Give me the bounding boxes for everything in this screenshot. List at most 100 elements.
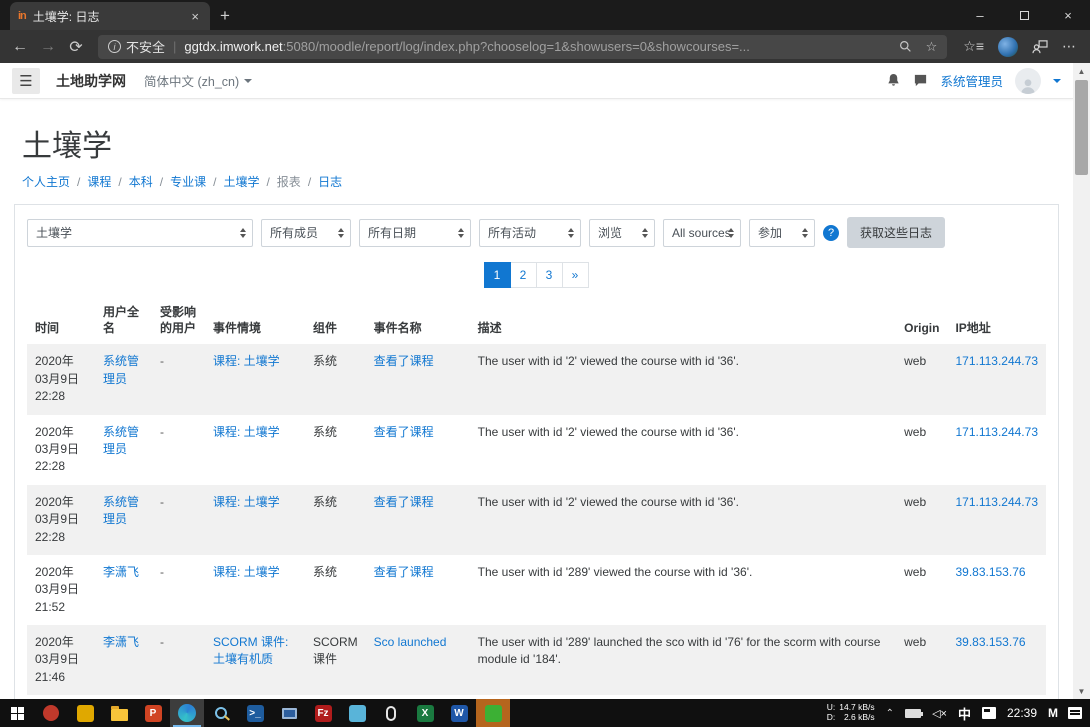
actions-select[interactable]: 浏览 xyxy=(589,219,655,247)
photo-viewer-icon[interactable] xyxy=(340,699,374,727)
scrollbar-thumb[interactable] xyxy=(1075,80,1088,175)
messages-icon[interactable] xyxy=(913,73,928,88)
user-avatar[interactable] xyxy=(1015,68,1041,94)
user-menu-chevron-icon[interactable] xyxy=(1053,79,1061,83)
breadcrumb-link[interactable]: 专业课 xyxy=(170,173,206,190)
pagination-item[interactable]: 3 xyxy=(536,262,563,288)
filezilla-icon[interactable]: Fz xyxy=(306,699,340,727)
file-explorer-icon[interactable] xyxy=(102,699,136,727)
scroll-up-icon[interactable]: ▲ xyxy=(1073,63,1090,79)
tab-close-icon[interactable]: × xyxy=(188,9,202,24)
excel-icon[interactable]: X xyxy=(408,699,442,727)
favorite-star-icon[interactable]: ☆ xyxy=(926,39,938,55)
window-restore-button[interactable] xyxy=(1002,0,1046,30)
get-logs-button[interactable]: 获取这些日志 xyxy=(847,217,945,248)
page-scrollbar[interactable]: ▲ ▼ xyxy=(1073,63,1090,699)
start-button[interactable] xyxy=(0,699,34,727)
ime-mode-indicator[interactable]: 中 xyxy=(958,704,971,723)
edulevel-select[interactable]: 参加 xyxy=(749,219,815,247)
new-tab-button[interactable]: + xyxy=(220,6,230,26)
remote-desktop-icon[interactable] xyxy=(272,699,306,727)
input-device-icon[interactable] xyxy=(374,699,408,727)
event-context-link[interactable]: SCORM 课件: 土壤有机质 xyxy=(213,635,288,666)
event-name-link[interactable]: 查看了课程 xyxy=(374,425,434,439)
origin-select[interactable]: All sources xyxy=(663,219,741,247)
breadcrumb-link[interactable]: 日志 xyxy=(318,173,342,190)
user-fullname-link[interactable]: 系统管理员 xyxy=(103,425,139,456)
origin-text: web xyxy=(904,495,926,509)
date-select[interactable]: 所有日期 xyxy=(359,219,471,247)
event-context-link[interactable]: 课程: 土壤学 xyxy=(213,354,280,368)
event-context-link[interactable]: 课程: 土壤学 xyxy=(213,565,280,579)
tray-window-icon[interactable] xyxy=(982,707,996,719)
breadcrumb-link[interactable]: 土壤学 xyxy=(223,173,259,190)
browser-profile-avatar[interactable] xyxy=(998,37,1018,57)
pagination-item[interactable]: 2 xyxy=(510,262,537,288)
tray-expand-chevron-icon[interactable]: ⌃ xyxy=(886,708,894,719)
logged-in-user[interactable]: 系统管理员 xyxy=(940,71,1003,90)
ip-address-link[interactable]: 39.83.153.76 xyxy=(955,565,1025,579)
browser-tab[interactable]: in 土壤学: 日志 × xyxy=(10,2,210,30)
window-close-button[interactable]: × xyxy=(1046,0,1090,30)
ip-address-link[interactable]: 171.113.244.73 xyxy=(955,354,1038,368)
site-brand[interactable]: 土地助学网 xyxy=(56,71,126,91)
ip-address-link[interactable]: 171.113.244.73 xyxy=(955,425,1038,439)
cell-ip-address: 171.113.244.73 xyxy=(947,485,1046,555)
wechat-icon[interactable] xyxy=(476,699,510,727)
refresh-button[interactable]: ⟳ xyxy=(62,37,90,57)
favorites-bar-icon[interactable]: ☆≡ xyxy=(963,38,984,55)
event-context-link[interactable]: 课程: 土壤学 xyxy=(213,425,280,439)
user-fullname-link[interactable]: 李潇飞 xyxy=(103,565,139,579)
language-selector[interactable]: 简体中文 (zh_cn) xyxy=(144,71,252,90)
origin-text: web xyxy=(904,635,926,649)
user-fullname-link[interactable]: 系统管理员 xyxy=(103,495,139,526)
participants-select[interactable]: 所有成员 xyxy=(261,219,351,247)
battery-icon[interactable] xyxy=(905,709,921,718)
feedback-icon[interactable] xyxy=(1032,40,1048,54)
powerpoint-icon[interactable]: P xyxy=(136,699,170,727)
ip-address-link[interactable]: 171.113.244.73 xyxy=(955,495,1038,509)
taskbar-clock[interactable]: 22:39 xyxy=(1007,706,1037,720)
event-name-link[interactable]: 查看了课程 xyxy=(374,495,434,509)
forward-button[interactable]: → xyxy=(34,38,62,56)
search-tool-icon[interactable] xyxy=(204,699,238,727)
site-security[interactable]: i 不安全 xyxy=(108,37,165,56)
menu-hamburger-button[interactable]: ☰ xyxy=(12,68,40,94)
word-icon[interactable]: W xyxy=(442,699,476,727)
user-fullname-link[interactable]: 李潇飞 xyxy=(103,635,139,649)
help-icon[interactable]: ? xyxy=(823,225,839,241)
powershell-icon[interactable]: >_ xyxy=(238,699,272,727)
affected-user-text: - xyxy=(160,425,164,439)
user-fullname-link[interactable]: 系统管理员 xyxy=(103,354,139,385)
ip-address-link[interactable]: 39.83.153.76 xyxy=(955,635,1025,649)
scroll-down-icon[interactable]: ▼ xyxy=(1073,683,1090,699)
event-context-link[interactable]: 课程: 土壤学 xyxy=(213,495,280,509)
pagination-item[interactable]: » xyxy=(562,262,589,288)
window-minimize-button[interactable]: – xyxy=(958,0,1002,30)
pagination-item[interactable]: 1 xyxy=(484,262,511,288)
activity-select[interactable]: 所有活动 xyxy=(479,219,581,247)
cell-ip-address: 39.83.153.76 xyxy=(947,625,1046,695)
notification-bell-icon[interactable] xyxy=(886,73,901,88)
edge-browser-icon[interactable] xyxy=(170,699,204,727)
origin-text: web xyxy=(904,354,926,368)
back-button[interactable]: ← xyxy=(6,38,34,56)
search-icon[interactable] xyxy=(899,40,912,53)
address-bar[interactable]: i 不安全 | ggtdx.imwork.net :5080/moodle/re… xyxy=(98,35,947,59)
cell-origin: web xyxy=(896,344,947,414)
app-red-icon[interactable] xyxy=(34,699,68,727)
app-3d-box-icon[interactable] xyxy=(68,699,102,727)
course-select[interactable]: 土壤学 xyxy=(27,219,253,247)
breadcrumb-link[interactable]: 个人主页 xyxy=(22,173,70,190)
breadcrumb-link[interactable]: 课程 xyxy=(87,173,111,190)
network-speed-indicator[interactable]: U: 14.7 kB/s D: 2.6 kB/s xyxy=(827,703,875,723)
ime-app-icon[interactable]: M xyxy=(1048,706,1057,720)
event-name-link[interactable]: 查看了课程 xyxy=(374,565,434,579)
event-name-link[interactable]: Sco launched xyxy=(374,635,447,649)
breadcrumb-link[interactable]: 本科 xyxy=(129,173,153,190)
event-name-link[interactable]: 查看了课程 xyxy=(374,354,434,368)
action-center-icon[interactable] xyxy=(1068,707,1082,719)
more-menu-icon[interactable]: ⋯ xyxy=(1062,38,1076,55)
volume-muted-icon[interactable]: ◁× xyxy=(932,707,947,720)
powerpoint-icon-glyph: P xyxy=(145,705,162,722)
